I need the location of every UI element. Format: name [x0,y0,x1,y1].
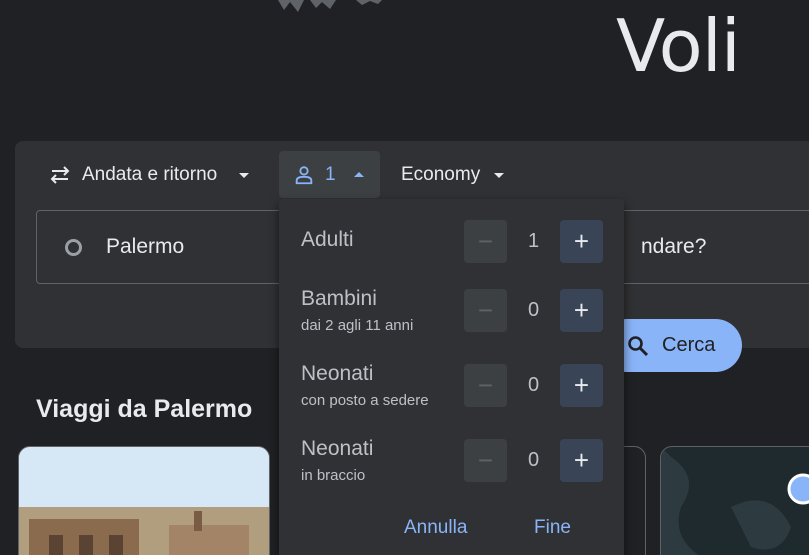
infants-lap-stepper: − 0 + [464,439,603,482]
passenger-row-children: Bambini dai 2 agli 11 anni − 0 + [279,287,624,357]
origin-circle-icon [65,238,82,256]
destination-card-map[interactable] [660,446,809,555]
explore-title: Viaggi da Palermo [36,395,253,423]
passengers-count: 1 [325,163,336,185]
passenger-row-infants-lap: Neonati in braccio − 0 + [279,437,624,507]
row-sublabel: dai 2 agli 11 anni [301,317,414,334]
done-button[interactable]: Fine [534,517,571,539]
stepper-value: 0 [527,449,540,471]
decrement-button[interactable]: − [464,439,507,482]
row-label: Neonati [301,437,374,460]
chevron-down-icon [239,172,250,178]
passengers-panel: Adulti − 1 + Bambini dai 2 agli 11 anni … [279,199,624,555]
person-icon [295,165,313,184]
passengers-button[interactable]: 1 [279,151,380,198]
increment-button[interactable]: + [560,364,603,407]
origin-field[interactable]: Palermo [36,210,296,284]
increment-button[interactable]: + [560,220,603,263]
chevron-up-icon [353,172,364,177]
cabin-class-dropdown[interactable]: Economy [393,154,512,196]
infants-seat-stepper: − 0 + [464,364,603,407]
chevron-down-icon [494,172,505,178]
cancel-button[interactable]: Annulla [404,517,467,539]
decrement-button[interactable]: − [464,364,507,407]
search-icon [628,335,649,356]
destination-placeholder: ndare? [641,235,707,258]
increment-button[interactable]: + [560,289,603,332]
increment-button[interactable]: + [560,439,603,482]
origin-value: Palermo [106,235,185,258]
map-thumbnail [661,447,809,555]
destination-card-rome[interactable] [18,446,270,555]
trip-type-label: Andata e ritorno [82,164,218,185]
passenger-row-infants-seat: Neonati con posto a sedere − 0 + [279,362,624,432]
cabin-class-label: Economy [401,164,481,185]
stepper-value: 1 [527,230,540,252]
row-label: Bambini [301,287,377,310]
decrement-button[interactable]: − [464,289,507,332]
stepper-value: 0 [527,299,540,321]
stepper-value: 0 [527,374,540,396]
row-label: Neonati [301,362,374,385]
search-button-label: Cerca [662,334,716,356]
panel-actions: Annulla Fine [279,513,624,549]
page-title: Voli [616,4,741,88]
children-stepper: − 0 + [464,289,603,332]
destination-field[interactable]: ndare? [600,210,809,284]
rome-photo [19,447,269,555]
row-sublabel: in braccio [301,467,366,484]
row-label: Adulti [301,228,354,251]
decrement-button[interactable]: − [464,220,507,263]
trip-type-dropdown[interactable]: Andata e ritorno [40,154,257,196]
swap-arrows-icon [50,166,70,184]
row-sublabel: con posto a sedere [301,392,429,409]
adults-stepper: − 1 + [464,220,603,263]
hero-illustration [278,0,382,12]
